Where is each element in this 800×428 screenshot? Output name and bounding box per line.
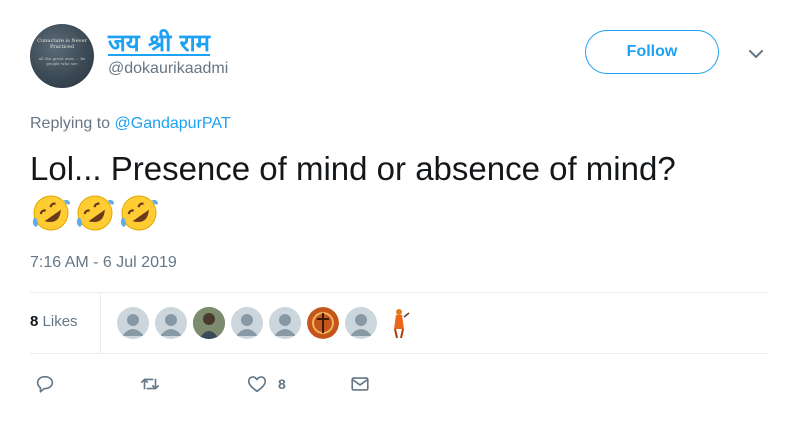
chevron-down-icon[interactable] (746, 44, 766, 64)
heart-icon (247, 376, 267, 393)
liker-avatar-photo[interactable] (193, 307, 225, 339)
retweet-icon (140, 378, 160, 390)
reply-icon (36, 375, 54, 393)
liker-avatar-photo[interactable] (307, 307, 339, 339)
author-handle[interactable]: @dokaurikaadmi (108, 60, 228, 78)
liker-avatar-figure[interactable] (383, 307, 415, 339)
emoji-row (30, 192, 160, 236)
likes-count-number: 8 (30, 313, 39, 330)
liker-avatar[interactable] (231, 307, 263, 339)
author-avatar[interactable]: Cunucture is Never Practiced all the gre… (30, 24, 94, 88)
avatar-text-top: Cunucture is Never Practiced (37, 38, 87, 50)
likes-count-label: Likes (42, 313, 78, 330)
liker-avatar[interactable] (155, 307, 187, 339)
rolling-laughing-emoji-icon (76, 195, 114, 231)
envelope-icon (351, 377, 369, 391)
follow-button[interactable]: Follow (585, 30, 719, 74)
rolling-laughing-emoji-icon (32, 195, 70, 231)
liker-avatar[interactable] (269, 307, 301, 339)
replying-prefix: Replying to (30, 115, 115, 132)
avatar-text-bottom: all the great ones ... be people who see (38, 56, 86, 66)
divider (30, 353, 768, 354)
rolling-laughing-emoji-icon (120, 195, 158, 231)
reply-mention-link[interactable]: @GandapurPAT (115, 115, 231, 132)
author-display-name[interactable]: जय श्री राम (108, 26, 210, 59)
retweet-button[interactable] (139, 373, 161, 395)
tweet-timestamp[interactable]: 7:16 AM - 6 Jul 2019 (30, 254, 177, 272)
direct-message-button[interactable] (349, 373, 371, 395)
tweet-text: Lol... Presence of mind or absence of mi… (30, 150, 676, 187)
liker-avatar[interactable] (345, 307, 377, 339)
like-button[interactable]: 8 (246, 373, 286, 395)
like-count: 8 (278, 376, 286, 392)
likes-count-link[interactable]: 8 Likes (30, 313, 78, 330)
divider (30, 292, 768, 293)
liker-avatar[interactable] (117, 307, 149, 339)
divider-vertical (100, 293, 101, 353)
replying-to: Replying to @GandapurPAT (30, 115, 231, 133)
reply-button[interactable] (34, 373, 56, 395)
